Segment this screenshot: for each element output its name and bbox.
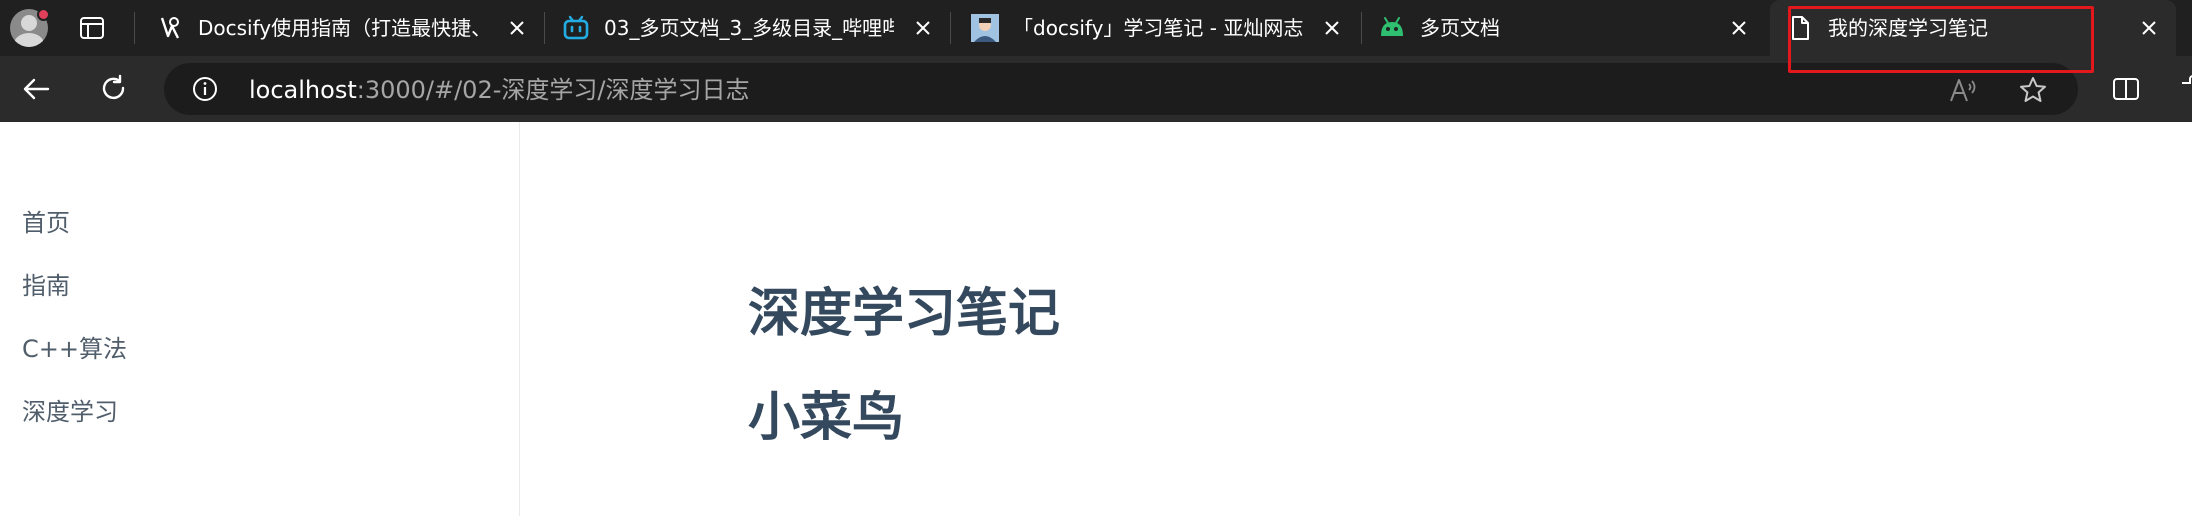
sidebar-list: 首页 指南 C++算法 深度学习 <box>22 208 127 460</box>
page-viewport: 首页 指南 C++算法 深度学习 深度学习笔记 小菜鸟 <box>0 122 2192 516</box>
url-host: localhost <box>249 76 357 104</box>
read-aloud-icon[interactable] <box>1948 76 1978 104</box>
tab-actions-icon[interactable] <box>78 14 106 42</box>
tab-title: Docsify使用指南（打造最快捷、 <box>198 16 488 40</box>
split-screen-icon[interactable] <box>2110 73 2142 105</box>
tab-bilibili-video[interactable]: 03_多页文档_3_多级目录_哔哩哔 <box>546 0 950 56</box>
close-icon[interactable] <box>506 17 528 39</box>
tab-separator <box>134 12 135 44</box>
sidebar-item-cpp-algorithms[interactable]: C++算法 <box>22 334 127 397</box>
site-info-icon[interactable] <box>192 76 218 102</box>
tab-docsify-guide[interactable]: Docsify使用指南（打造最快捷、 <box>140 0 544 56</box>
sidebar-item-deep-learning[interactable]: 深度学习 <box>22 397 127 460</box>
android-icon <box>1381 17 1403 36</box>
tab-title: 「docsify」学习笔记 - 亚灿网志 <box>1013 16 1303 40</box>
page-subtitle: 小菜鸟 <box>748 388 905 448</box>
sidebar-item-home[interactable]: 首页 <box>22 208 127 271</box>
sidebar-nav: 首页 指南 C++算法 深度学习 <box>0 122 520 516</box>
close-icon[interactable] <box>1728 17 1750 39</box>
highlight-annotation <box>1788 6 2094 73</box>
favorite-star-icon[interactable] <box>2018 75 2048 105</box>
sidebar-item-guide[interactable]: 指南 <box>22 271 127 334</box>
page-title: 深度学习笔记 <box>748 284 1061 344</box>
tab-docsify-notes-blog[interactable]: 「docsify」学习笔记 - 亚灿网志 <box>955 0 1359 56</box>
url-path: :3000/#/02-深度学习/深度学习日志 <box>356 76 750 104</box>
profile-notification-dot <box>37 8 50 21</box>
tab-multipage-docs[interactable]: 多页文档 <box>1362 0 1766 56</box>
refresh-icon[interactable] <box>98 73 130 105</box>
blog-avatar-icon <box>971 14 999 42</box>
docsify-icon <box>160 17 180 39</box>
tab-title: 多页文档 <box>1420 16 1500 40</box>
close-icon[interactable] <box>2138 17 2160 39</box>
tab-separator <box>950 12 951 44</box>
url-text[interactable]: localhost:3000/#/02-深度学习/深度学习日志 <box>249 76 749 104</box>
main-content: 深度学习笔记 小菜鸟 <box>748 282 1060 450</box>
close-icon[interactable] <box>1321 17 1343 39</box>
extensions-icon[interactable] <box>2176 73 2192 105</box>
tab-separator <box>544 12 545 44</box>
bilibili-icon <box>563 15 589 40</box>
back-arrow-icon[interactable] <box>20 73 52 105</box>
tab-title: 03_多页文档_3_多级目录_哔哩哔 <box>604 16 894 40</box>
close-icon[interactable] <box>912 17 934 39</box>
